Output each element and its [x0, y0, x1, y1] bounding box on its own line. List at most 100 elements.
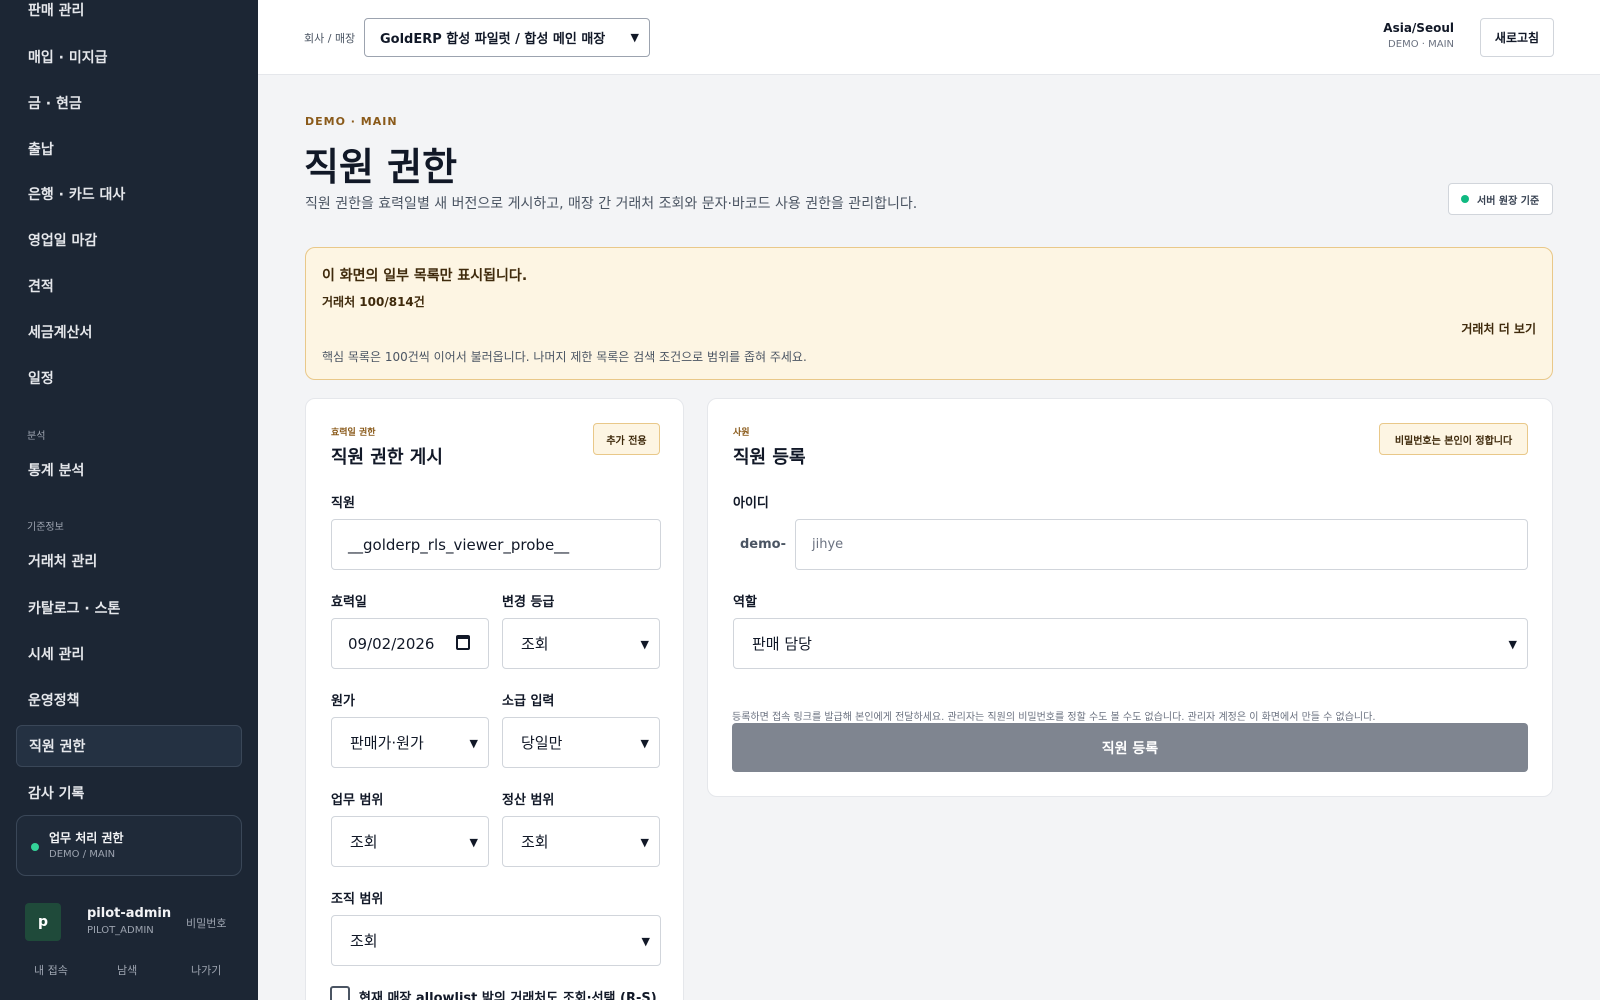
sidebar-item-tax-invoice[interactable]: 세금계산서 — [16, 311, 242, 353]
allowlist-checkbox-label: 현재 매장 allowlist 밖의 거래처도 조회·선택 (R-S) — [359, 991, 657, 1000]
notice-title: 이 화면의 일부 목록만 표시됩니다. — [322, 268, 528, 284]
change-grade-label: 변경 등급 — [502, 595, 555, 610]
register-help-text: 등록하면 접속 링크를 발급해 본인에게 전달하세요. 관리자는 직원의 비밀번… — [732, 712, 1376, 723]
org-scope-label: 조직 범위 — [331, 892, 384, 907]
sidebar-item-bank-card[interactable]: 은행 · 카드 대사 — [16, 173, 242, 215]
work-scope-label: 업무 범위 — [331, 793, 384, 808]
chevron-down-icon: ▼ — [640, 836, 649, 849]
chevron-down-icon: ▼ — [469, 836, 478, 849]
permission-status-card: 업무 처리 권한 DEMO / MAIN — [16, 815, 242, 876]
permission-card-sub: DEMO / MAIN — [49, 849, 116, 860]
sidebar-item-gold-cash[interactable]: 금 · 현금 — [16, 82, 242, 124]
password-link[interactable]: 비밀번호 — [186, 915, 226, 931]
permission-card-title: 업무 처리 권한 — [49, 831, 124, 845]
company-store-select[interactable]: GoldERP 합성 파일럿 / 합성 메인 매장 ▼ — [364, 18, 650, 57]
effective-date-value: 09/02/2026 — [348, 634, 435, 653]
timezone-label: Asia/Seoul — [1383, 21, 1454, 35]
sidebar-item-day-close[interactable]: 영업일 마감 — [16, 219, 242, 261]
sidebar-item-price[interactable]: 시세 관리 — [16, 633, 242, 675]
calendar-icon[interactable] — [456, 635, 470, 650]
role-select[interactable]: 판매 담당 ▼ — [733, 618, 1528, 669]
sidebar-item-clients[interactable]: 거래처 관리 — [16, 540, 242, 582]
sidebar: 판매 관리 매입 · 미지급 금 · 현금 출납 은행 · 카드 대사 영업일 … — [0, 0, 258, 1000]
policy-badge: 서버 원장 기준 — [1448, 183, 1553, 215]
load-more-clients-button[interactable]: 거래처 더 보기 — [1461, 320, 1536, 337]
notice-count: 거래처 100/814건 — [322, 295, 425, 309]
card-title: 직원 권한 게시 — [331, 447, 443, 468]
sidebar-item-catalog[interactable]: 카탈로그 · 스톤 — [16, 587, 242, 629]
partial-list-notice: 이 화면의 일부 목록만 표시됩니다. 거래처 100/814건 거래처 더 보… — [305, 247, 1553, 380]
sidebar-item-sales[interactable]: 판매 관리 — [16, 0, 242, 31]
status-dot — [31, 843, 39, 851]
card-eyebrow: 사원 — [733, 428, 750, 438]
effective-date-label: 효력일 — [331, 595, 367, 610]
append-only-badge: 추가 전용 — [593, 423, 660, 455]
settle-scope-select[interactable]: 조회 ▼ — [502, 816, 660, 867]
company-label: 회사 / 매장 — [304, 32, 356, 45]
change-grade-select[interactable]: 조회 ▼ — [502, 618, 660, 669]
work-scope-select[interactable]: 조회 ▼ — [331, 816, 489, 867]
sidebar-item-staff-permission[interactable]: 직원 권한 — [16, 725, 242, 767]
logout-link[interactable]: 나가기 — [191, 962, 221, 978]
timezone-display: Asia/Seoul DEMO · MAIN — [1383, 21, 1454, 50]
allowlist-checkbox[interactable] — [330, 986, 350, 1000]
employee-value: __golderp_rls_viewer_probe__ — [348, 535, 570, 554]
employee-field[interactable]: __golderp_rls_viewer_probe__ — [331, 519, 661, 570]
role-value: 판매 담당 — [752, 635, 812, 653]
employee-label: 직원 — [331, 496, 355, 511]
password-self-badge: 비밀번호는 본인이 정합니다 — [1379, 423, 1528, 455]
sidebar-item-statistics[interactable]: 통계 분석 — [16, 449, 242, 491]
notice-body: 핵심 목록은 100건씩 이어서 불러옵니다. 나머지 제한 목록은 검색 조건… — [322, 350, 807, 364]
refresh-button[interactable]: 새로고침 — [1480, 18, 1554, 57]
policy-badge-label: 서버 원장 기준 — [1477, 195, 1540, 207]
id-placeholder: jihye — [812, 537, 844, 552]
cost-value: 판매가·원가 — [350, 734, 424, 752]
chevron-down-icon: ▼ — [640, 737, 649, 750]
backdate-value: 당일만 — [521, 734, 563, 752]
id-input[interactable]: jihye — [795, 519, 1528, 570]
cost-select[interactable]: 판매가·원가 ▼ — [331, 717, 489, 768]
sidebar-item-policy[interactable]: 운영정책 — [16, 679, 242, 721]
sidebar-section-analysis: 분석 — [27, 431, 46, 442]
org-scope-select[interactable]: 조회 ▼ — [331, 915, 661, 966]
change-grade-value: 조회 — [521, 635, 549, 653]
company-select-value: GoldERP 합성 파일럿 / 합성 메인 매장 — [380, 32, 606, 47]
tenant-label: DEMO · MAIN — [1388, 39, 1454, 50]
backdate-select[interactable]: 당일만 ▼ — [502, 717, 660, 768]
org-scope-value: 조회 — [350, 932, 378, 950]
page-description: 직원 권한을 효력일별 새 버전으로 게시하고, 매장 간 거래처 조회와 문자… — [305, 196, 918, 212]
theme-link[interactable]: 남색 — [117, 962, 137, 978]
avatar: p — [25, 903, 61, 941]
work-scope-value: 조회 — [350, 833, 378, 851]
status-dot — [1461, 195, 1469, 203]
chevron-down-icon: ▼ — [630, 31, 639, 44]
page-title: 직원 권한 — [304, 145, 458, 189]
chevron-down-icon: ▼ — [640, 638, 649, 651]
cost-label: 원가 — [331, 694, 355, 709]
settle-scope-label: 정산 범위 — [502, 793, 555, 808]
backdate-label: 소급 입력 — [502, 694, 555, 709]
role-label: 역할 — [733, 595, 757, 610]
sidebar-item-cashbook[interactable]: 출납 — [16, 128, 242, 170]
id-label: 아이디 — [733, 496, 769, 511]
chevron-down-icon: ▼ — [1508, 638, 1517, 651]
sidebar-item-quote[interactable]: 견적 — [16, 265, 242, 307]
sidebar-item-schedule[interactable]: 일정 — [16, 357, 242, 399]
register-employee-button[interactable]: 직원 등록 — [732, 723, 1528, 772]
sidebar-section-master: 기준정보 — [27, 522, 64, 533]
page-eyebrow: DEMO · MAIN — [305, 115, 398, 128]
card-title: 직원 등록 — [733, 447, 806, 468]
top-header: 회사 / 매장 GoldERP 합성 파일럿 / 합성 메인 매장 ▼ Asia… — [258, 0, 1600, 75]
my-access-link[interactable]: 내 접속 — [34, 962, 68, 978]
sidebar-item-purchase[interactable]: 매입 · 미지급 — [16, 36, 242, 78]
permission-publish-card: 효력일 권한 직원 권한 게시 추가 전용 직원 __golderp_rls_v… — [305, 398, 684, 1000]
card-eyebrow: 효력일 권한 — [331, 428, 376, 438]
user-name: pilot-admin — [87, 906, 172, 921]
chevron-down-icon: ▼ — [469, 737, 478, 750]
sidebar-item-audit[interactable]: 감사 기록 — [16, 772, 242, 814]
user-role: PILOT_ADMIN — [87, 925, 154, 936]
chevron-down-icon: ▼ — [641, 935, 650, 948]
id-prefix: demo- — [740, 537, 786, 552]
settle-scope-value: 조회 — [521, 833, 549, 851]
effective-date-input[interactable]: 09/02/2026 — [331, 618, 489, 669]
